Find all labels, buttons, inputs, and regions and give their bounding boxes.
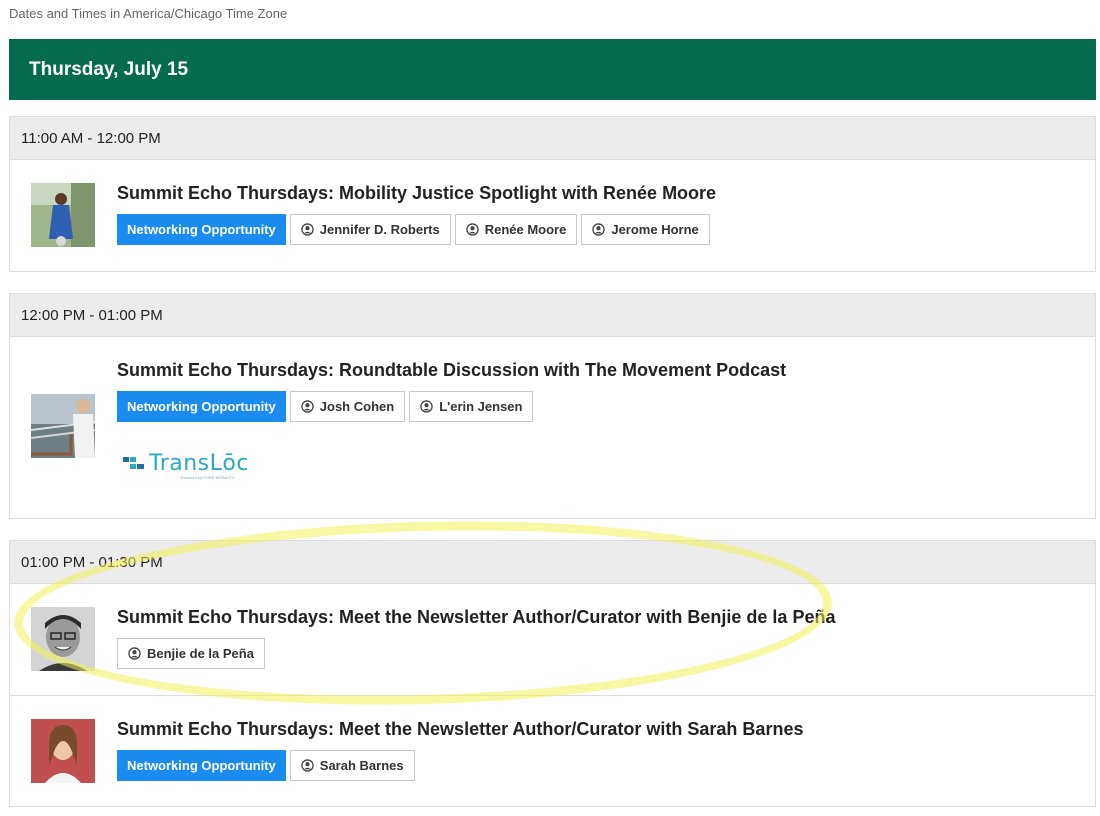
session-title[interactable]: Summit Echo Thursdays: Meet the Newslett… <box>117 719 803 740</box>
speaker-name: L'erin Jensen <box>439 399 523 414</box>
person-circle-icon <box>301 223 314 236</box>
day-header: Thursday, July 15 <box>9 39 1096 100</box>
session-item[interactable]: Summit Echo Thursdays: Roundtable Discus… <box>10 337 1095 518</box>
session-item[interactable]: Summit Echo Thursdays: Meet the Newslett… <box>10 584 1095 695</box>
speaker-button[interactable]: Josh Cohen <box>289 391 406 422</box>
speaker-name: Benjie de la Peña <box>147 646 254 661</box>
speaker-name: Sarah Barnes <box>319 758 404 773</box>
person-circle-icon <box>465 223 479 236</box>
session-item[interactable]: Summit Echo Thursdays: Mobility Justice … <box>10 160 1095 271</box>
person-circle-icon <box>301 400 314 413</box>
speaker-name: Renée Moore <box>484 222 567 237</box>
networking-opportunity-tag[interactable]: Networking Opportunity <box>117 750 286 781</box>
session-title[interactable]: Summit Echo Thursdays: Mobility Justice … <box>117 183 716 204</box>
speaker-name: Jerome Horne <box>611 222 699 237</box>
person-circle-icon <box>128 647 141 660</box>
time-slot: 12:00 PM - 01:00 PM Summit Echo Thursday… <box>9 293 1096 519</box>
person-circle-icon <box>592 223 606 236</box>
session-title[interactable]: Summit Echo Thursdays: Meet the Newslett… <box>117 607 835 628</box>
slot-time: 12:00 PM - 01:00 PM <box>10 294 1095 337</box>
networking-opportunity-tag[interactable]: Networking Opportunity <box>117 214 286 245</box>
sponsor-subtitle: Powered by FORD MOBILITY <box>181 475 235 480</box>
speaker-button[interactable]: Benjie de la Peña <box>117 638 265 669</box>
timezone-note: Dates and Times in America/Chicago Time … <box>9 6 288 21</box>
time-slot: 11:00 AM - 12:00 PM Summit Echo Thursday… <box>9 116 1096 272</box>
speaker-button[interactable]: Sarah Barnes <box>289 750 415 781</box>
sponsor-name: TransLōc <box>149 451 249 476</box>
time-slot: 01:00 PM - 01:30 PM Summit Echo Thursday… <box>9 540 1096 807</box>
speaker-name: Jennifer D. Roberts <box>319 222 440 237</box>
session-tags: Networking Opportunity Sarah Barnes <box>117 750 415 781</box>
session-tags: Networking Opportunity Jennifer D. Rober… <box>117 214 710 245</box>
session-thumbnail <box>31 607 95 671</box>
speaker-button[interactable]: L'erin Jensen <box>409 391 534 422</box>
networking-opportunity-tag[interactable]: Networking Opportunity <box>117 391 286 422</box>
session-thumbnail <box>31 394 95 458</box>
session-item[interactable]: Summit Echo Thursdays: Meet the Newslett… <box>10 695 1095 806</box>
speaker-button[interactable]: Renée Moore <box>454 214 578 245</box>
sponsor-logo[interactable]: TransLōc Powered by FORD MOBILITY <box>123 451 249 480</box>
session-thumbnail <box>31 719 95 783</box>
slot-time: 11:00 AM - 12:00 PM <box>10 117 1095 160</box>
speaker-button[interactable]: Jennifer D. Roberts <box>289 214 451 245</box>
session-title[interactable]: Summit Echo Thursdays: Roundtable Discus… <box>117 360 786 381</box>
speaker-button[interactable]: Jerome Horne <box>581 214 710 245</box>
speaker-name: Josh Cohen <box>319 399 395 414</box>
slot-time: 01:00 PM - 01:30 PM <box>10 541 1095 584</box>
session-tags: Networking Opportunity Josh Cohen L'erin… <box>117 391 534 422</box>
session-thumbnail <box>31 183 95 247</box>
person-circle-icon <box>420 400 433 413</box>
session-tags: Benjie de la Peña <box>117 638 265 669</box>
person-circle-icon <box>301 759 314 772</box>
transloc-logo-icon <box>123 456 144 469</box>
